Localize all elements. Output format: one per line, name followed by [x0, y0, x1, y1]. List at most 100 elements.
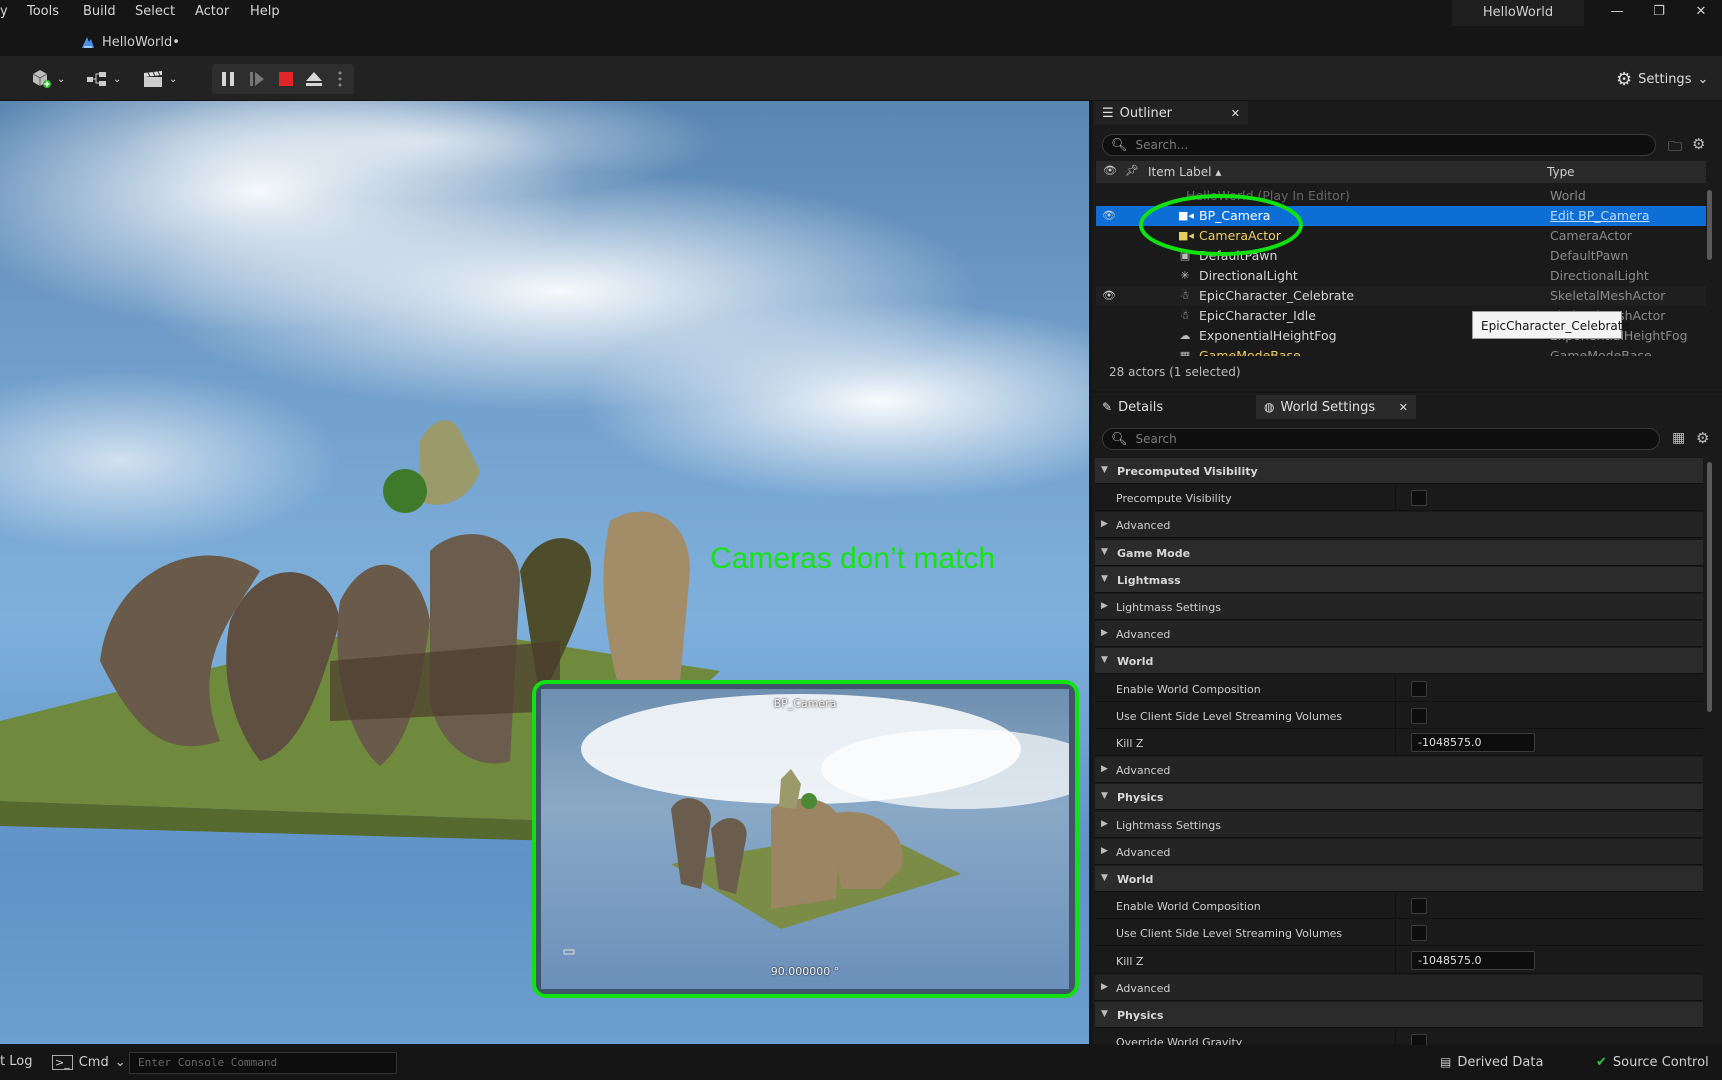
expand-arrow-icon[interactable]: ▶ [1101, 764, 1108, 774]
property-checkbox[interactable] [1411, 898, 1427, 914]
column-divider[interactable] [1395, 920, 1396, 946]
property-checkbox[interactable] [1411, 490, 1427, 506]
details-row[interactable]: ▶ Advanced [1095, 757, 1703, 783]
details-row[interactable]: ▶ Lightmass Settings [1095, 594, 1703, 620]
close-window-button[interactable]: ✕ [1686, 4, 1716, 24]
level-tab[interactable]: HelloWorld• [80, 30, 180, 54]
pause-icon[interactable] [220, 70, 236, 88]
property-label: Advanced [1116, 982, 1171, 995]
add-actor-button[interactable]: ⌄ [30, 66, 65, 92]
column-divider[interactable] [1395, 485, 1396, 511]
collapse-arrow-icon[interactable]: ▼ [1101, 465, 1108, 475]
visibility-icon[interactable]: 👁︎ [1102, 289, 1116, 302]
expand-arrow-icon[interactable]: ▶ [1101, 519, 1108, 529]
close-icon[interactable]: ✕ [1231, 107, 1240, 120]
menu-build[interactable]: Build [83, 4, 116, 19]
cinematics-button[interactable]: ⌄ [142, 66, 177, 92]
outliner-row-character-celebrate[interactable]: 👁︎ ☃ EpicCharacter_Celebrate SkeletalMes… [1096, 286, 1706, 306]
outliner-search-input[interactable]: 🔍︎ Search... [1102, 134, 1656, 156]
column-item-label[interactable]: Item Label ▴ [1148, 165, 1221, 179]
collapse-arrow-icon[interactable]: ▼ [1101, 655, 1108, 665]
details-row[interactable]: ▶ Advanced [1095, 621, 1703, 647]
details-row[interactable]: ▶ Advanced [1095, 512, 1703, 538]
column-divider[interactable] [1395, 730, 1396, 756]
details-row[interactable]: ▼ Lightmass [1095, 567, 1703, 593]
column-divider[interactable] [1395, 948, 1396, 974]
outliner-row-directional-light[interactable]: ✳ DirectionalLight DirectionalLight [1096, 266, 1706, 286]
property-value-input[interactable]: -1048575.0 [1411, 733, 1535, 752]
gear-icon[interactable]: ⚙ [1692, 135, 1705, 153]
expand-arrow-icon[interactable]: ▶ [1101, 628, 1108, 638]
column-divider[interactable] [1395, 893, 1396, 919]
collapse-arrow-icon[interactable]: ▼ [1101, 547, 1108, 557]
check-circle-icon: ✔ [1596, 1054, 1607, 1070]
gear-icon[interactable]: ⚙ [1696, 429, 1709, 447]
tab-world-settings[interactable]: ◍ World Settings ✕ [1256, 395, 1416, 419]
database-icon: ▤ [1440, 1055, 1452, 1069]
column-divider[interactable] [1395, 703, 1396, 729]
edit-blueprint-link[interactable]: Edit BP_Camera [1550, 208, 1650, 223]
column-divider[interactable] [1395, 676, 1396, 702]
expand-arrow-icon[interactable]: ▶ [1101, 601, 1108, 611]
menu-actor[interactable]: Actor [195, 4, 229, 19]
visibility-icon[interactable]: 👁︎ [1102, 209, 1116, 222]
tab-details[interactable]: ✎ Details [1094, 395, 1254, 419]
collapse-arrow-icon[interactable]: ▼ [1101, 873, 1108, 883]
property-label: World [1117, 873, 1154, 886]
menu-select[interactable]: Select [135, 4, 175, 19]
new-folder-icon[interactable]: 🗀 [1668, 136, 1682, 160]
collapse-arrow-icon[interactable]: ▼ [1101, 791, 1108, 801]
details-row[interactable]: ▼ Game Mode [1095, 540, 1703, 566]
tab-outliner[interactable]: ☰ Outliner ✕ [1094, 101, 1248, 125]
cmd-dropdown[interactable]: >_ Cmd ⌄ [52, 1051, 126, 1073]
details-scrollbar[interactable] [1707, 462, 1712, 712]
details-row[interactable]: ▼ World [1095, 648, 1703, 674]
minimize-button[interactable]: — [1602, 4, 1632, 24]
close-icon[interactable]: ✕ [1399, 401, 1408, 414]
outliner-row-game-mode[interactable]: ▦ GameModeBase GameModeBase [1096, 346, 1706, 356]
details-row[interactable]: ▶ Lightmass Settings [1095, 812, 1703, 838]
property-label: Kill Z [1116, 737, 1144, 750]
annotation-circle [1139, 194, 1303, 256]
console-input[interactable]: Enter Console Command [129, 1052, 397, 1074]
details-row[interactable]: ▼ Physics [1095, 784, 1703, 810]
table-view-icon[interactable]: ▦ [1672, 430, 1685, 446]
menu-tools[interactable]: Tools [27, 4, 59, 19]
document-tab-row [0, 26, 1722, 56]
property-label: Enable World Composition [1116, 900, 1261, 913]
details-search-input[interactable]: 🔍︎ Search [1102, 428, 1660, 450]
derived-data-button[interactable]: ▤ Derived Data [1440, 1051, 1543, 1073]
details-row[interactable]: ▼ Precomputed Visibility [1095, 458, 1703, 484]
details-row[interactable]: ▶ Advanced [1095, 975, 1703, 1001]
source-control-button[interactable]: ✔ Source Control [1596, 1051, 1709, 1073]
restore-button[interactable]: ❐ [1644, 4, 1674, 24]
more-options-icon[interactable] [336, 70, 344, 88]
row-type: GameModeBase [1550, 348, 1652, 356]
pin-icon[interactable]: 📌︎ [1125, 164, 1139, 177]
details-row[interactable]: ▼ Physics [1095, 1002, 1703, 1028]
expand-arrow-icon[interactable]: ▶ [1101, 846, 1108, 856]
column-type[interactable]: Type [1547, 165, 1575, 179]
camera-preview-render: BP_Camera 90.000000 ° [541, 689, 1069, 989]
stop-icon[interactable] [277, 70, 295, 88]
settings-button[interactable]: ⚙ Settings ⌄ [1616, 66, 1708, 92]
property-label: Physics [1117, 791, 1164, 804]
outliner-scrollbar[interactable] [1707, 190, 1712, 260]
eject-icon[interactable] [304, 70, 324, 88]
details-row[interactable]: ▶ Advanced [1095, 839, 1703, 865]
expand-arrow-icon[interactable]: ▶ [1101, 982, 1108, 992]
collapse-arrow-icon[interactable]: ▼ [1101, 574, 1108, 584]
property-checkbox[interactable] [1411, 708, 1427, 724]
expand-arrow-icon[interactable]: ▶ [1101, 819, 1108, 829]
visibility-icon[interactable]: 👁︎ [1103, 164, 1117, 177]
output-log-button[interactable]: t Log [0, 1054, 32, 1069]
property-value-input[interactable]: -1048575.0 [1411, 951, 1535, 970]
row-label: ExponentialHeightFog [1199, 328, 1337, 343]
collapse-arrow-icon[interactable]: ▼ [1101, 1009, 1108, 1019]
frame-advance-icon[interactable] [248, 70, 266, 88]
details-row[interactable]: ▼ World [1095, 866, 1703, 892]
property-checkbox[interactable] [1411, 681, 1427, 697]
blueprint-button[interactable]: ⌄ [86, 66, 121, 92]
menu-help[interactable]: Help [250, 4, 280, 19]
property-checkbox[interactable] [1411, 925, 1427, 941]
